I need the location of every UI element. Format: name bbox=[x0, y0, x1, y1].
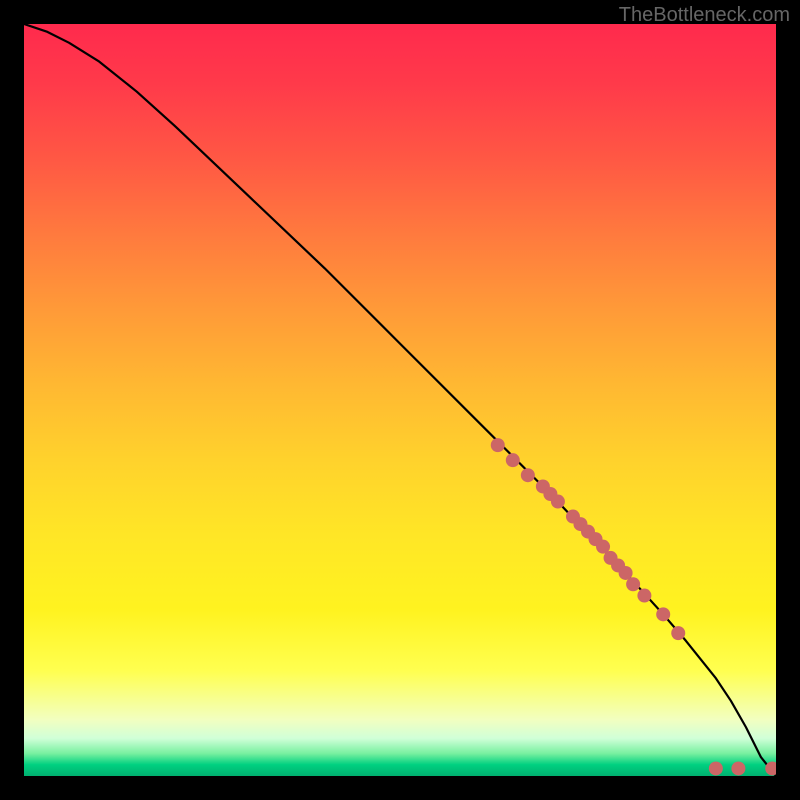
data-point bbox=[551, 495, 565, 509]
chart-svg bbox=[24, 24, 776, 776]
watermark-text: TheBottleneck.com bbox=[619, 4, 790, 27]
data-point bbox=[731, 761, 745, 775]
data-point bbox=[506, 453, 520, 467]
data-point bbox=[656, 607, 670, 621]
data-point bbox=[709, 761, 723, 775]
data-point bbox=[491, 438, 505, 452]
data-point bbox=[637, 589, 651, 603]
data-point bbox=[626, 577, 640, 591]
curve-line bbox=[24, 24, 776, 776]
plot-area bbox=[24, 24, 776, 776]
data-markers bbox=[491, 438, 776, 775]
data-point bbox=[671, 626, 685, 640]
data-point bbox=[521, 468, 535, 482]
